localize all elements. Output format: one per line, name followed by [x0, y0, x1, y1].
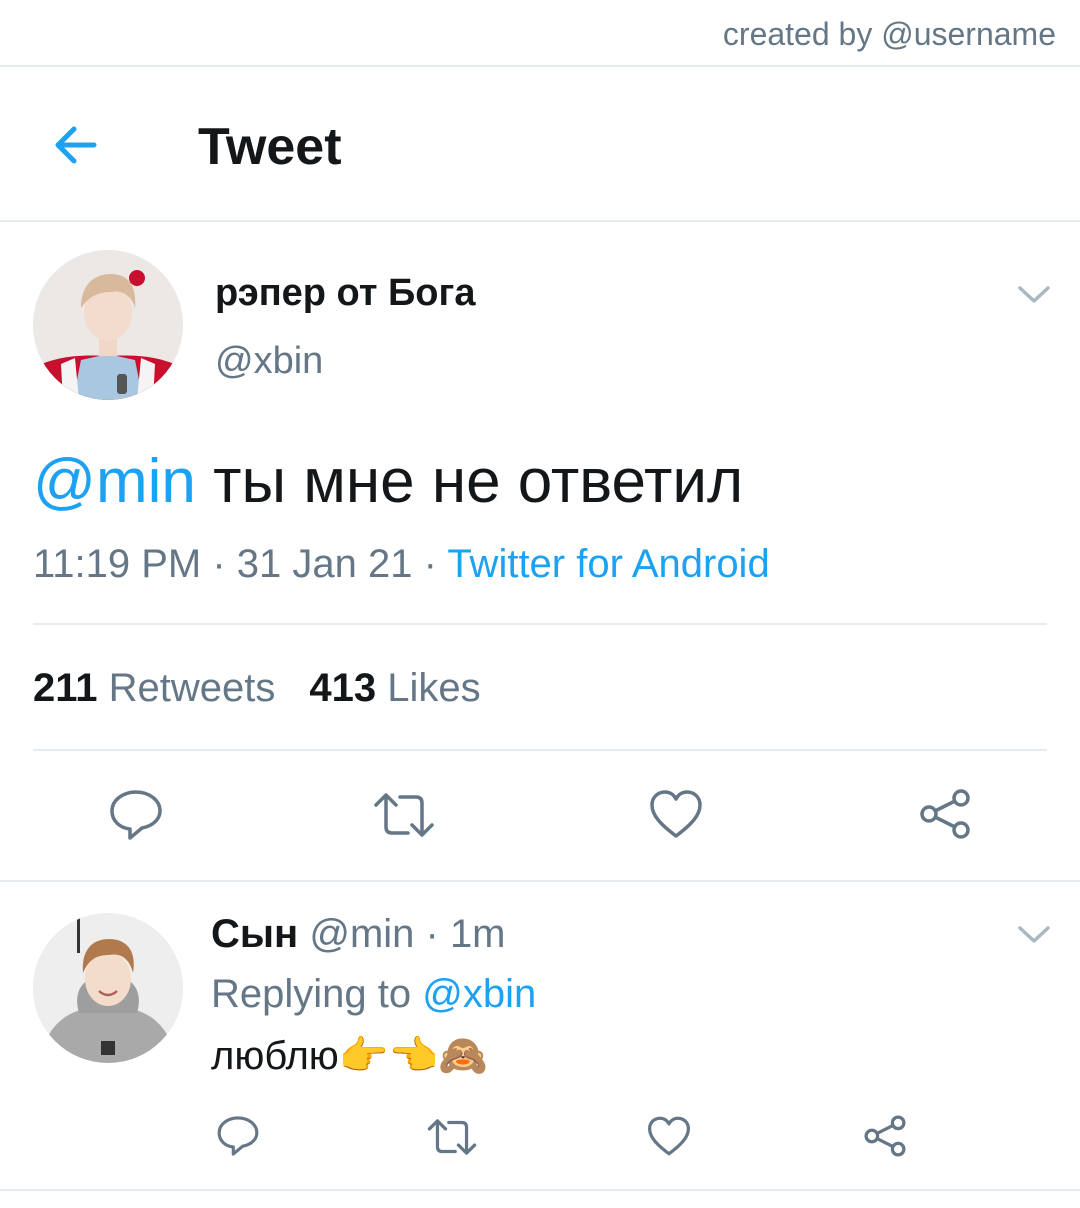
chevron-down-icon [1018, 286, 1050, 303]
heart-icon [650, 790, 702, 838]
divider [0, 880, 1080, 882]
likes-stat[interactable]: 413 Likes [309, 666, 480, 710]
tweet-stats: 211 Retweets 413 Likes [33, 666, 481, 711]
tweet-text: @min ты мне не ответил [33, 446, 743, 517]
reply-author-name[interactable]: Сын [211, 912, 298, 956]
likes-count: 413 [309, 666, 377, 710]
retweets-label: Retweets [97, 666, 276, 710]
retweet-button[interactable] [372, 789, 436, 841]
reply-author-avatar[interactable] [33, 913, 183, 1063]
tweet-timestamp: 11:19 PM · 31 Jan 21 · [33, 542, 448, 586]
share-icon [920, 789, 970, 839]
credit-text: created by @username [722, 16, 1056, 52]
replying-to-label: Replying to [211, 972, 423, 1016]
divider [33, 749, 1047, 751]
divider [33, 623, 1047, 625]
share-button[interactable] [917, 786, 973, 842]
reply-retweet-button[interactable] [426, 1116, 478, 1158]
author-handle[interactable]: @xbin [215, 340, 323, 383]
retweet-icon [374, 793, 434, 837]
reply-share-button[interactable] [862, 1113, 908, 1159]
reply-menu-button[interactable] [1016, 922, 1052, 946]
credit-bar: created by @username [0, 0, 1080, 67]
divider [0, 1189, 1080, 1191]
author-avatar[interactable] [33, 250, 183, 400]
comment-icon [217, 1116, 259, 1156]
reply-like-button[interactable] [646, 1115, 692, 1157]
chevron-down-icon [1018, 926, 1050, 943]
share-icon [864, 1115, 906, 1157]
reply-reply-button[interactable] [216, 1114, 260, 1158]
replying-to: Replying to @xbin [211, 972, 536, 1017]
reply-button[interactable] [108, 787, 164, 843]
page-title: Tweet [198, 118, 342, 176]
retweets-stat[interactable]: 211 Retweets [33, 666, 275, 710]
tweet-menu-button[interactable] [1016, 282, 1052, 306]
reply-text: люблю👉👈🙈 [211, 1034, 489, 1078]
comment-icon [110, 790, 162, 840]
likes-label: Likes [376, 666, 481, 710]
app-header: Tweet [0, 67, 1080, 222]
author-name[interactable]: рэпер от Бога [215, 272, 475, 315]
tweet-meta: 11:19 PM · 31 Jan 21 · Twitter for Andro… [33, 542, 770, 587]
retweets-count: 211 [33, 666, 98, 710]
tweet-source-link[interactable]: Twitter for Android [447, 542, 769, 586]
reply-handle-time: @min · 1m [298, 912, 506, 956]
reply-header: Сын @min · 1m [211, 912, 506, 957]
heart-icon [648, 1116, 690, 1156]
replying-to-handle[interactable]: @xbin [422, 972, 536, 1016]
arrow-left-icon [55, 126, 97, 164]
tweet-body: ты мне не ответил [195, 447, 744, 516]
mention-link[interactable]: @min [33, 447, 196, 516]
retweet-icon [427, 1119, 477, 1155]
like-button[interactable] [648, 788, 704, 840]
back-button[interactable] [48, 121, 104, 169]
